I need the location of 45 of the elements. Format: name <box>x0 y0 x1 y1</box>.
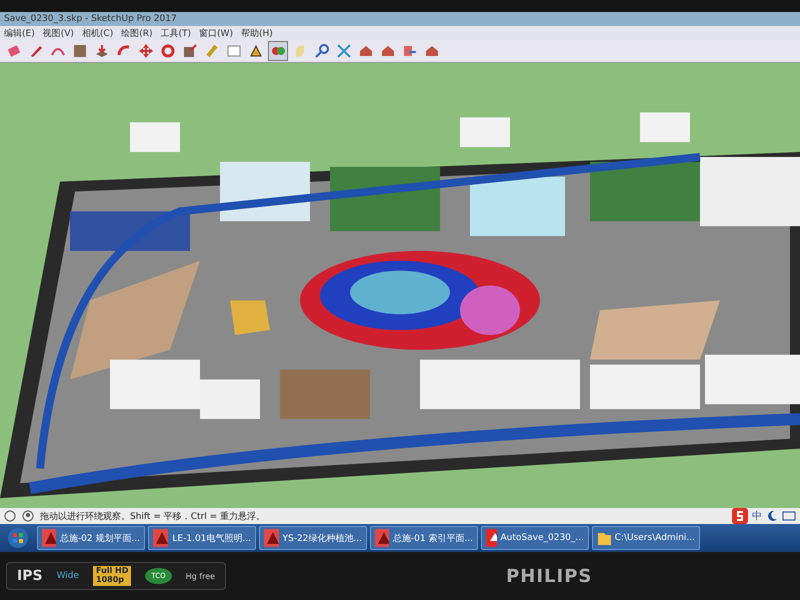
input-method-icon[interactable] <box>732 508 748 524</box>
wide-label: Wide <box>56 571 80 581</box>
menu-item[interactable]: 绘图(R) <box>121 26 152 40</box>
orbit-icon <box>272 47 285 55</box>
input-language[interactable]: 中 <box>752 509 762 523</box>
taskbar-button[interactable]: AutoSave_0230_... <box>481 526 589 550</box>
brand-logo: PHILIPS <box>506 566 592 586</box>
cad-app-icon <box>42 529 56 547</box>
cad-app-icon <box>153 529 168 547</box>
taskbar-button[interactable]: YS-22绿化种植池... <box>259 526 367 550</box>
menu-item[interactable]: 视图(V) <box>42 26 74 40</box>
windows-logo-icon <box>7 527 29 549</box>
paint-bucket-icon <box>250 44 262 56</box>
taskbar-button[interactable]: 总施-02 规划平面... <box>37 526 145 550</box>
taskbar-button[interactable]: C:\Users\Admini... <box>592 526 700 550</box>
menu-item[interactable]: 编辑(E) <box>4 26 35 40</box>
ips-label: IPS <box>17 568 43 584</box>
export-icon <box>404 46 416 56</box>
cad-app-icon <box>264 529 278 547</box>
taskbar-button[interactable]: LE-1.01电气照明... <box>148 526 256 550</box>
sketchup-app-icon <box>486 529 497 547</box>
move-icon <box>139 44 153 58</box>
follow-me-icon <box>118 45 130 56</box>
keyboard-icon[interactable] <box>782 510 796 522</box>
pencil-icon <box>31 46 42 57</box>
house-icon <box>426 46 438 56</box>
hg-free-label: Hg free <box>186 572 216 580</box>
eraser-icon <box>8 45 20 57</box>
window-title: Save_0230_3.skp - SketchUp Pro 2017 <box>4 14 177 24</box>
moon-icon[interactable] <box>766 510 778 522</box>
menu-item[interactable]: 相机(C) <box>82 26 114 40</box>
cad-app-icon <box>375 529 389 547</box>
menu-item[interactable]: 帮助(H) <box>240 26 273 40</box>
status-hint: 拖动以进行环绕观察。Shift = 平移，Ctrl = 重力悬浮。 <box>40 510 265 522</box>
scale-icon <box>184 44 197 57</box>
menu-item[interactable]: 工具(T) <box>160 26 192 40</box>
full-hd-badge: Full HD 1080p <box>93 566 132 586</box>
menu-item[interactable]: 窗口(W) <box>199 26 233 40</box>
magnifier-icon <box>315 44 329 58</box>
rectangle-icon <box>74 45 86 57</box>
arc-icon <box>51 48 65 56</box>
taskbar-button[interactable]: 总施-01 索引平面... <box>370 526 478 550</box>
push-pull-icon <box>96 44 108 57</box>
house-icon <box>382 46 394 56</box>
house-icon <box>360 46 372 56</box>
